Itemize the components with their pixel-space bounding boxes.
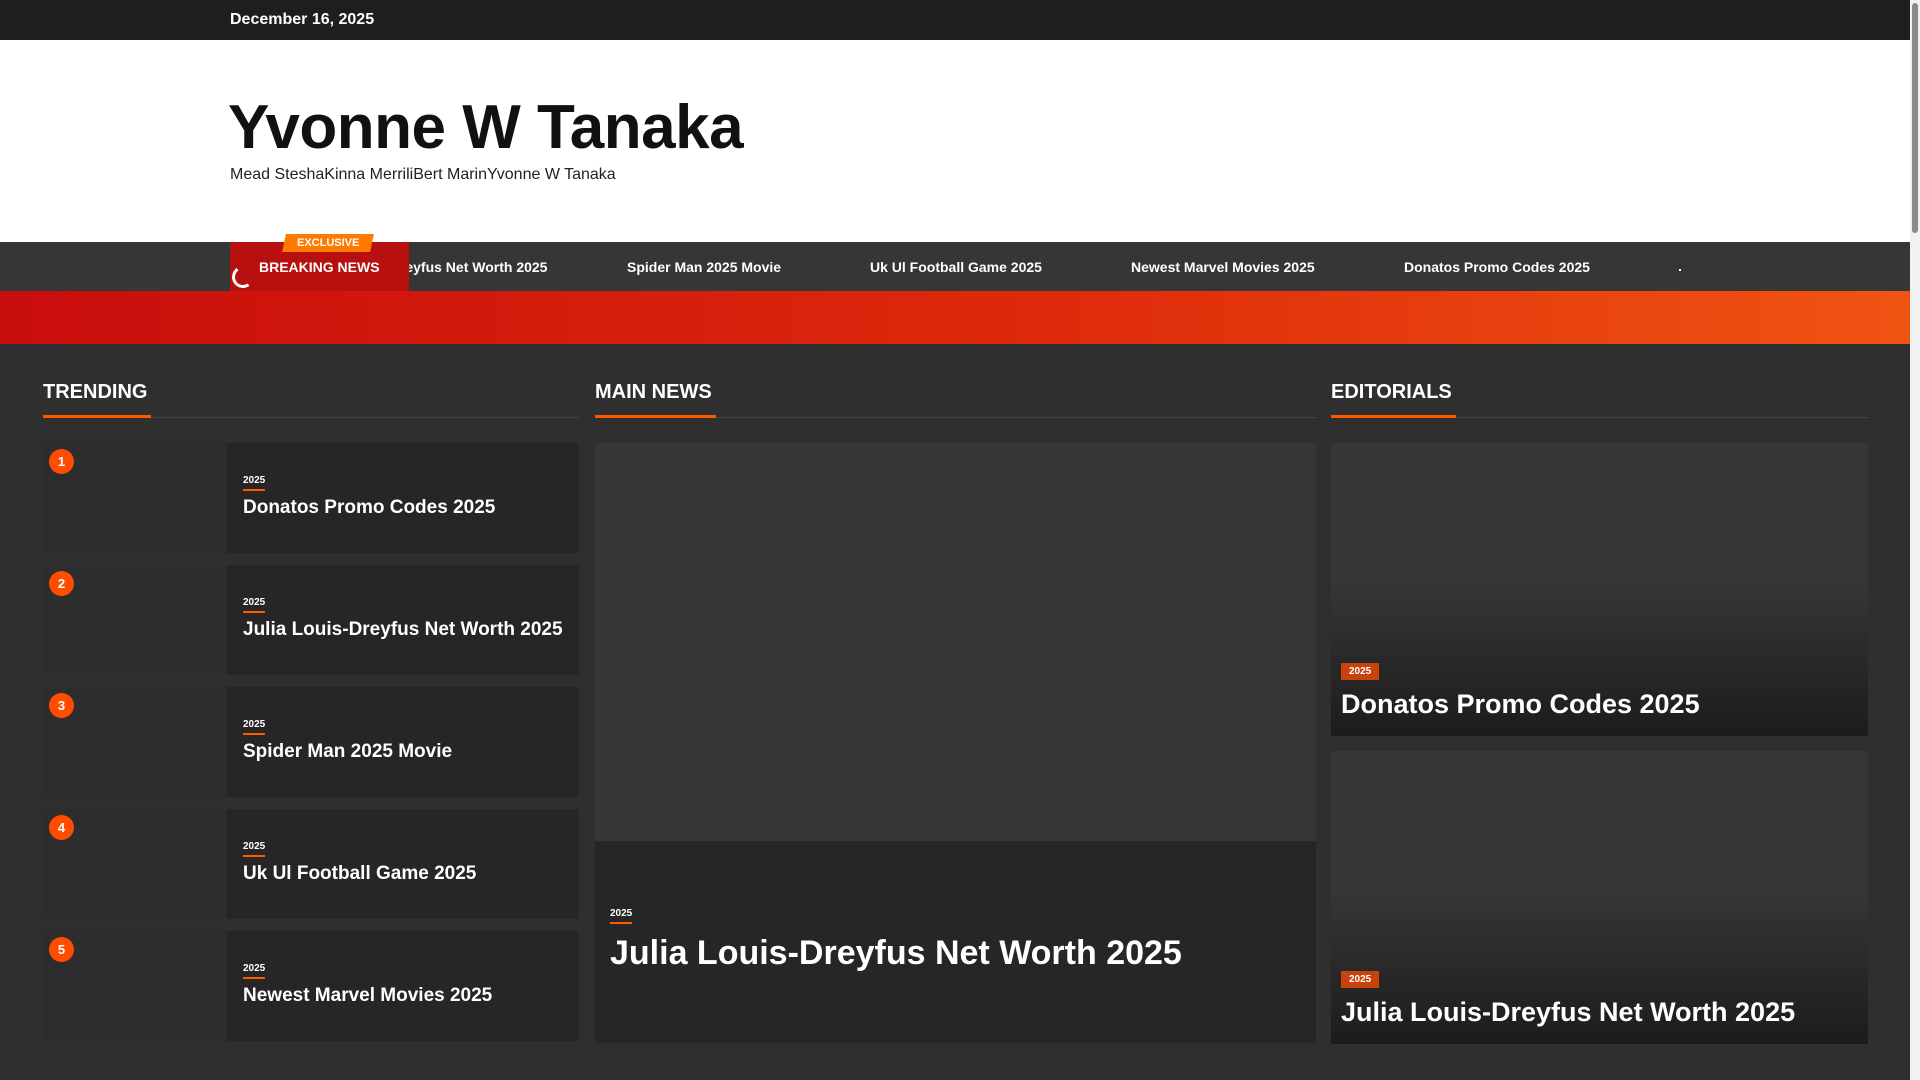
- trending-item[interactable]: 1 2025 Donatos Promo Codes 2025: [43, 443, 579, 553]
- trending-underline: [43, 415, 151, 418]
- trending-title[interactable]: Uk Ul Football Game 2025: [243, 863, 476, 885]
- editorial-card[interactable]: 2025 Julia Louis-Dreyfus Net Worth 2025: [1331, 751, 1868, 1044]
- rank-badge: 2: [49, 571, 74, 596]
- site-title[interactable]: Yvonne W Tanaka: [228, 92, 744, 163]
- trending-title[interactable]: Donatos Promo Codes 2025: [243, 497, 495, 519]
- category-badge[interactable]: 2025: [1341, 663, 1380, 680]
- trending-heading: TRENDING: [43, 381, 148, 403]
- ticker-item[interactable]: Spider Man 2025 Movie: [627, 259, 781, 275]
- editorials-heading: EDITORIALS: [1331, 381, 1452, 403]
- rank-badge: 4: [49, 815, 74, 840]
- site-description: Mead SteshaKinna MerriliBert MarinYvonne…: [230, 166, 616, 183]
- rank-badge: 3: [49, 693, 74, 718]
- breaking-news-text: BREAKING NEWS: [259, 259, 380, 275]
- category-link[interactable]: 2025: [243, 475, 266, 491]
- trending-item[interactable]: 3 2025 Spider Man 2025 Movie: [43, 687, 579, 797]
- editorial-title[interactable]: Julia Louis-Dreyfus Net Worth 2025: [1341, 997, 1795, 1028]
- ticker-dot: [1679, 269, 1681, 271]
- ticker-item[interactable]: Uk Ul Football Game 2025: [870, 259, 1042, 275]
- category-link[interactable]: 2025: [243, 963, 266, 979]
- accent-band: [0, 291, 1910, 344]
- rank-badge: 1: [49, 449, 74, 474]
- category-link[interactable]: 2025: [243, 841, 266, 857]
- trending-item[interactable]: 2 2025 Julia Louis-Dreyfus Net Worth 202…: [43, 565, 579, 675]
- category-link[interactable]: 2025: [610, 908, 633, 924]
- editorials-underline: [1331, 415, 1456, 418]
- main-news-feature[interactable]: 2025 Julia Louis-Dreyfus Net Worth 2025: [595, 443, 1316, 1043]
- top-bar: December 16, 2025: [0, 0, 1910, 40]
- scrollbar-thumb[interactable]: [1912, 3, 1918, 233]
- current-date: December 16, 2025: [230, 11, 375, 28]
- trending-title[interactable]: Newest Marvel Movies 2025: [243, 985, 492, 1007]
- rank-badge: 5: [49, 937, 74, 962]
- main-news-heading: MAIN NEWS: [595, 381, 712, 403]
- ticker-item[interactable]: Newest Marvel Movies 2025: [1131, 259, 1315, 275]
- category-link[interactable]: 2025: [243, 719, 266, 735]
- trending-item[interactable]: 4 2025 Uk Ul Football Game 2025: [43, 809, 579, 919]
- masthead: Yvonne W Tanaka Mead SteshaKinna Merrili…: [0, 40, 1910, 242]
- editorial-title[interactable]: Donatos Promo Codes 2025: [1341, 689, 1700, 720]
- feature-image[interactable]: [595, 443, 1316, 841]
- page-scrollbar[interactable]: [1910, 0, 1920, 1080]
- trending-title[interactable]: Julia Louis-Dreyfus Net Worth 2025: [243, 619, 563, 641]
- trending-title[interactable]: Spider Man 2025 Movie: [243, 741, 452, 763]
- exclusive-badge-text: EXCLUSIVE: [296, 237, 360, 249]
- spinner-icon: [230, 264, 256, 290]
- category-link[interactable]: 2025: [243, 597, 266, 613]
- trending-item[interactable]: 5 2025 Newest Marvel Movies 2025: [43, 931, 579, 1041]
- ticker-fade: [1680, 242, 1910, 291]
- ticker-item[interactable]: Donatos Promo Codes 2025: [1404, 259, 1590, 275]
- category-badge[interactable]: 2025: [1341, 971, 1380, 988]
- main-news-underline: [595, 415, 716, 418]
- feature-title[interactable]: Julia Louis-Dreyfus Net Worth 2025: [610, 934, 1182, 973]
- exclusive-badge: EXCLUSIVE: [282, 234, 374, 252]
- editorial-card[interactable]: 2025 Donatos Promo Codes 2025: [1331, 443, 1868, 736]
